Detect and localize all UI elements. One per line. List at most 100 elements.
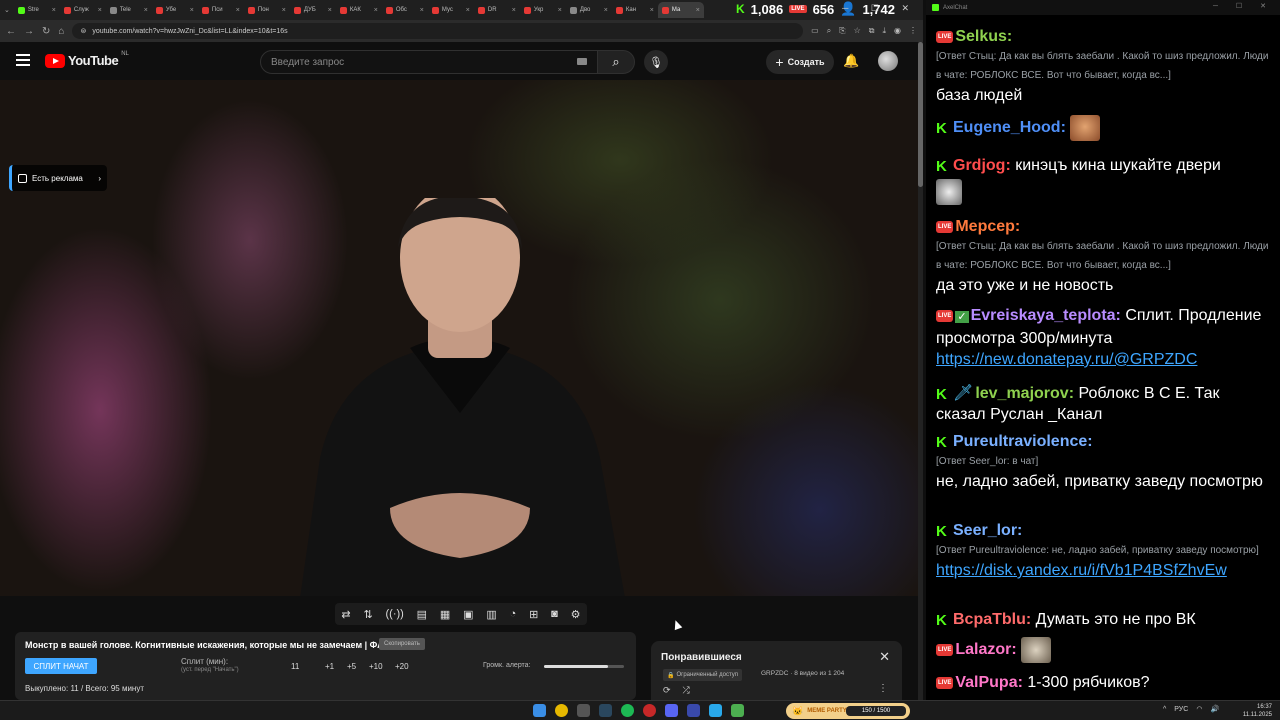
chat-window-controls[interactable]: ─ ☐ ✕ bbox=[1213, 2, 1274, 10]
split-start-button[interactable]: СПЛИТ НАЧАТ bbox=[25, 658, 97, 674]
forward-icon[interactable]: → bbox=[24, 26, 34, 37]
loop-icon[interactable]: ⇄ bbox=[341, 608, 350, 621]
increment-20-button[interactable]: +20 bbox=[395, 662, 409, 671]
shuffle-icon[interactable]: ⤮ bbox=[683, 685, 690, 696]
close-icon[interactable]: ✕ bbox=[879, 649, 890, 665]
playlist-owner[interactable]: GRPZDC · 8 видео из 1 204 bbox=[761, 670, 844, 677]
add-clip-icon[interactable]: ⊞ bbox=[529, 608, 538, 621]
chrome-icon[interactable] bbox=[555, 704, 568, 717]
create-button[interactable]: + Создать bbox=[766, 50, 834, 74]
settings-gear-icon[interactable]: ⚙ bbox=[571, 608, 581, 621]
split-value[interactable]: 11 bbox=[291, 662, 299, 671]
voice-search-button[interactable]: 🎙 bbox=[644, 50, 668, 74]
app-icon[interactable] bbox=[731, 704, 744, 717]
media-player-icon[interactable] bbox=[687, 704, 700, 717]
volume-icon[interactable]: 🔊 bbox=[1210, 705, 1219, 713]
browser-menu-icon[interactable]: ⋮ bbox=[909, 26, 917, 36]
repeat-icon[interactable]: ⟳ bbox=[663, 685, 671, 696]
discord-icon[interactable] bbox=[665, 704, 678, 717]
chat-username[interactable]: Pureultraviolence: bbox=[953, 433, 1093, 450]
search-input[interactable]: Введите запрос bbox=[260, 50, 598, 74]
steam-icon[interactable] bbox=[599, 704, 612, 717]
notifications-bell-icon[interactable]: 🔔 bbox=[843, 53, 859, 69]
chat-username[interactable]: Lalazor: bbox=[955, 641, 1016, 658]
chat-username[interactable]: lev_majorov: bbox=[975, 385, 1074, 402]
tab-close-icon[interactable]: × bbox=[466, 7, 470, 14]
wifi-icon[interactable]: ◠ bbox=[1196, 705, 1202, 713]
tray-chevron-icon[interactable]: ^ bbox=[1163, 706, 1166, 713]
zoom-icon[interactable]: ⌕ bbox=[827, 26, 831, 36]
chat-username[interactable]: Grdjog: bbox=[953, 157, 1011, 174]
tab-close-icon[interactable]: × bbox=[374, 7, 378, 14]
chat-link[interactable]: https://disk.yandex.ru/i/fVb1P4BSfZhvEw bbox=[936, 562, 1227, 579]
telegram-icon[interactable] bbox=[709, 704, 722, 717]
chat-username[interactable]: ValPupa: bbox=[955, 674, 1023, 691]
browser-tab[interactable]: КАК × bbox=[336, 2, 382, 18]
page-scrollbar[interactable] bbox=[918, 42, 923, 700]
ad-chip[interactable]: Есть реклама › bbox=[9, 165, 107, 191]
tab-close-icon[interactable]: × bbox=[282, 7, 286, 14]
browser-tab[interactable]: Дво × bbox=[566, 2, 612, 18]
copy-badge[interactable]: Скопировать bbox=[379, 638, 425, 650]
video-player[interactable]: Есть реклама › bbox=[0, 80, 918, 596]
browser-tab[interactable]: ДУБ × bbox=[290, 2, 336, 18]
sort-icon[interactable]: ⇅ bbox=[363, 608, 372, 621]
browser-tab[interactable]: Убе × bbox=[152, 2, 198, 18]
browser-tab[interactable]: Tele × bbox=[106, 2, 152, 18]
cast-icon[interactable]: ▭ bbox=[811, 26, 819, 36]
more-options-icon[interactable]: ⋮ bbox=[878, 683, 888, 694]
browser-tab[interactable]: Пси × bbox=[198, 2, 244, 18]
tab-close-icon[interactable]: × bbox=[558, 7, 562, 14]
opera-icon[interactable] bbox=[643, 704, 656, 717]
chat-username[interactable]: Seer_lor: bbox=[953, 522, 1022, 539]
language-indicator[interactable]: РУС bbox=[1174, 706, 1188, 713]
youtube-logo[interactable]: YouTube NL bbox=[45, 51, 129, 68]
browser-tab[interactable]: DR × bbox=[474, 2, 520, 18]
browser-tab[interactable]: Ма × bbox=[657, 2, 704, 18]
chat-username[interactable]: Evreiskaya_teplota: bbox=[971, 307, 1121, 324]
tab-close-icon[interactable]: × bbox=[650, 7, 654, 14]
audio-waves-icon[interactable]: ((·)) bbox=[386, 608, 404, 620]
url-field[interactable]: ⊜ youtube.com/watch?v=hwzJwZni_Dc&list=L… bbox=[72, 23, 804, 39]
window-controls[interactable]: ─ ☐ ✕ bbox=[842, 3, 919, 14]
search-button[interactable]: ⌕ bbox=[597, 50, 635, 74]
speed-icon[interactable]: ◔ bbox=[510, 608, 517, 620]
browser-tab[interactable]: Служ × bbox=[60, 2, 106, 18]
tab-close-icon[interactable]: × bbox=[420, 7, 424, 14]
browser-tab[interactable]: Пон × bbox=[244, 2, 290, 18]
tab-close-icon[interactable]: × bbox=[190, 7, 194, 14]
folder-icon[interactable] bbox=[577, 704, 590, 717]
tab-close-icon[interactable]: × bbox=[696, 7, 700, 14]
clapper-icon[interactable]: ▦ bbox=[440, 608, 450, 621]
avatar[interactable] bbox=[878, 51, 898, 71]
browser-tab[interactable]: Мус × bbox=[428, 2, 474, 18]
tab-close-icon[interactable]: × bbox=[604, 7, 608, 14]
theater-icon[interactable]: ▥ bbox=[486, 608, 496, 621]
increment-1-button[interactable]: +1 bbox=[325, 662, 334, 671]
chat-link[interactable]: https://new.donatepay.ru/@GRPZDC bbox=[936, 351, 1197, 368]
site-info-icon[interactable]: ⊜ bbox=[80, 27, 86, 35]
tab-close-icon[interactable]: × bbox=[98, 7, 102, 14]
windows-start-icon[interactable] bbox=[533, 704, 546, 717]
extension-icon[interactable]: ⧉ bbox=[869, 26, 875, 36]
increment-10-button[interactable]: +10 bbox=[369, 662, 383, 671]
download-icon[interactable]: ⤓ bbox=[882, 26, 886, 36]
system-clock[interactable]: 16:37 11.11.2025 bbox=[1243, 703, 1272, 719]
chat-username[interactable]: BcpaTblu: bbox=[953, 611, 1031, 628]
chat-username[interactable]: Мерсер: bbox=[955, 218, 1020, 235]
tab-close-icon[interactable]: × bbox=[328, 7, 332, 14]
playlist-icon[interactable]: ▤ bbox=[417, 608, 427, 621]
guide-menu-icon[interactable] bbox=[16, 54, 30, 66]
reload-icon[interactable]: ↻ bbox=[42, 26, 50, 37]
pip-icon[interactable]: ▣ bbox=[463, 608, 473, 621]
profile-icon[interactable]: ◉ bbox=[894, 26, 901, 36]
tab-close-icon[interactable]: × bbox=[512, 7, 516, 14]
tab-list-chevron-icon[interactable]: ⌄ bbox=[4, 6, 10, 14]
keyboard-icon[interactable] bbox=[577, 58, 587, 65]
chat-username[interactable]: Eugene_Hood: bbox=[953, 119, 1066, 136]
browser-tab[interactable]: Обс × bbox=[382, 2, 428, 18]
increment-5-button[interactable]: +5 bbox=[347, 662, 356, 671]
tab-close-icon[interactable]: × bbox=[236, 7, 240, 14]
browser-tab[interactable]: Кан × bbox=[612, 2, 658, 18]
home-icon[interactable]: ⌂ bbox=[58, 26, 64, 37]
